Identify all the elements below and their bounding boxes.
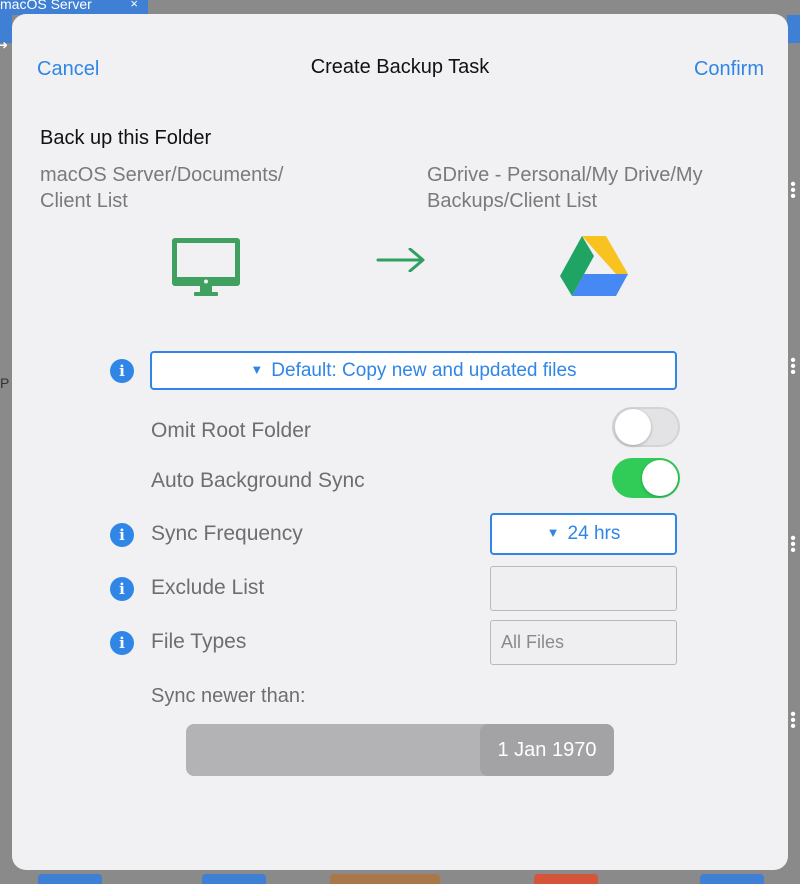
background-side-letter: P [0,375,10,391]
sync-newer-than-date-picker[interactable]: 1 Jan 1970 [186,724,614,776]
source-path-line: macOS Server/Documents/ [40,164,284,186]
destination-path-line: Backups/Client List [427,190,598,212]
more-dots-icon: • • • [790,176,796,205]
create-backup-task-dialog: Cancel Create Backup Task Confirm Back u… [12,14,788,870]
background-bottom-item [38,874,102,884]
background-bottom-item [330,874,440,884]
google-drive-icon [560,236,628,296]
background-tab-label: macOS Server [0,0,92,12]
auto-background-sync-toggle[interactable] [612,458,680,498]
background-arrow-icon: ➜ [0,38,9,52]
sync-newer-than-label: Sync newer than: [151,685,306,707]
destination-path-line: GDrive - Personal/My Drive/My [427,164,703,186]
destination-path: GDrive - Personal/My Drive/My Backups/Cl… [427,162,757,214]
copy-mode-value: Default: Copy new and updated files [271,360,577,381]
copy-mode-dropdown[interactable]: ▼ Default: Copy new and updated files [150,351,677,390]
file-types-info-icon[interactable]: i [110,631,134,655]
sync-frequency-label: Sync Frequency [151,522,303,545]
source-path-line: Client List [40,190,128,212]
file-types-input[interactable] [491,621,676,664]
arrow-right-icon [376,248,425,272]
caret-down-icon: ▼ [546,525,560,540]
confirm-button[interactable]: Confirm [694,58,764,81]
sync-frequency-dropdown[interactable]: ▼ 24 hrs [490,513,677,555]
desktop-monitor-icon [172,238,240,296]
exclude-list-info-icon[interactable]: i [110,577,134,601]
sync-frequency-info-icon[interactable]: i [110,523,134,547]
omit-root-folder-toggle[interactable] [612,407,680,447]
section-heading: Back up this Folder [40,127,212,149]
more-dots-icon: • • • [790,530,796,559]
source-path: macOS Server/Documents/ Client List [40,162,340,214]
dialog-title: Create Backup Task [310,56,490,78]
background-tab[interactable]: macOS Server × [0,0,148,15]
background-bottom-item [700,874,764,884]
close-icon[interactable]: × [130,0,138,10]
exclude-list-field[interactable] [490,566,677,611]
background-toolbar-right [787,15,800,43]
copy-mode-info-icon[interactable]: i [110,359,134,383]
caret-down-icon: ▼ [250,362,264,377]
auto-background-sync-label: Auto Background Sync [151,469,365,492]
exclude-list-label: Exclude List [151,576,265,599]
more-dots-icon: • • • [790,352,796,381]
file-types-field[interactable] [490,620,677,665]
background-bottom-item [534,874,598,884]
sync-newer-than-date[interactable]: 1 Jan 1970 [480,724,614,776]
omit-root-folder-label: Omit Root Folder [151,419,311,442]
toggle-knob [642,460,678,496]
file-types-label: File Types [151,630,247,653]
sync-frequency-value: 24 hrs [567,523,621,544]
exclude-list-input[interactable] [491,567,676,610]
toggle-knob [615,409,651,445]
background-bottom-item [202,874,266,884]
more-dots-icon: • • • [790,706,796,735]
